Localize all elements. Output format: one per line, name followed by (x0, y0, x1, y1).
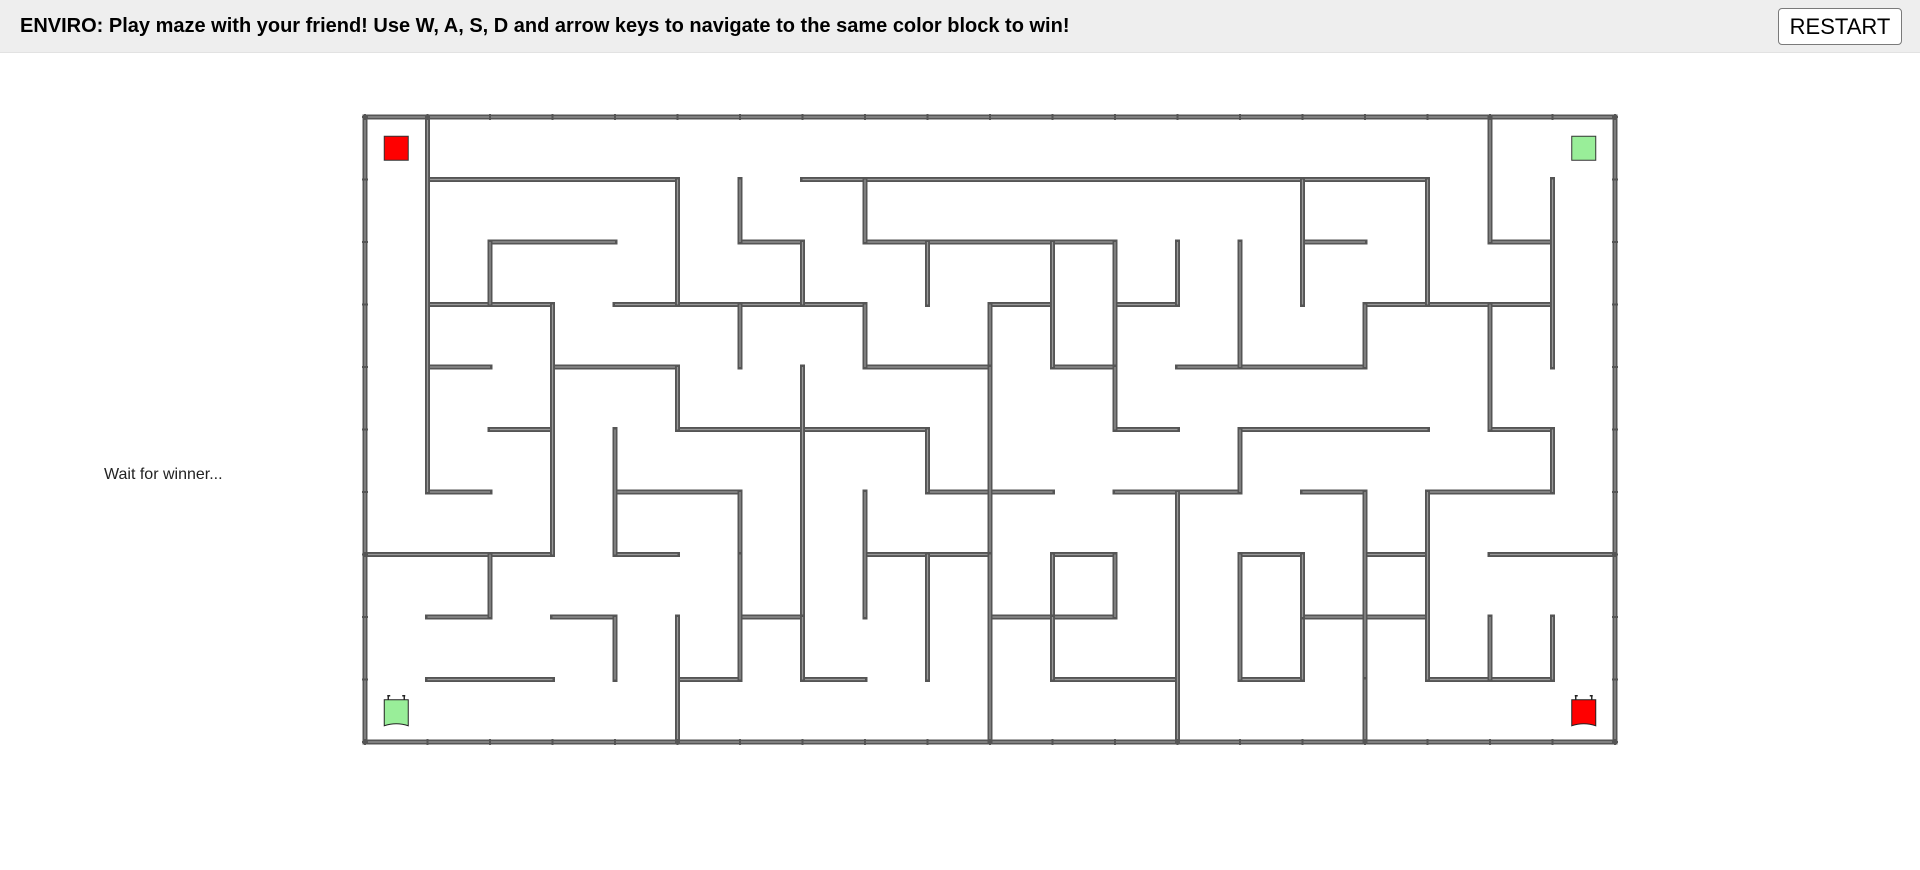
green-player-token[interactable] (383, 695, 409, 727)
maze-board[interactable] (0, 0, 1920, 870)
red-player-token[interactable] (1571, 695, 1597, 727)
maze-walls (362, 114, 1618, 745)
green-goal-block (1571, 135, 1597, 161)
red-goal-block (383, 135, 409, 161)
